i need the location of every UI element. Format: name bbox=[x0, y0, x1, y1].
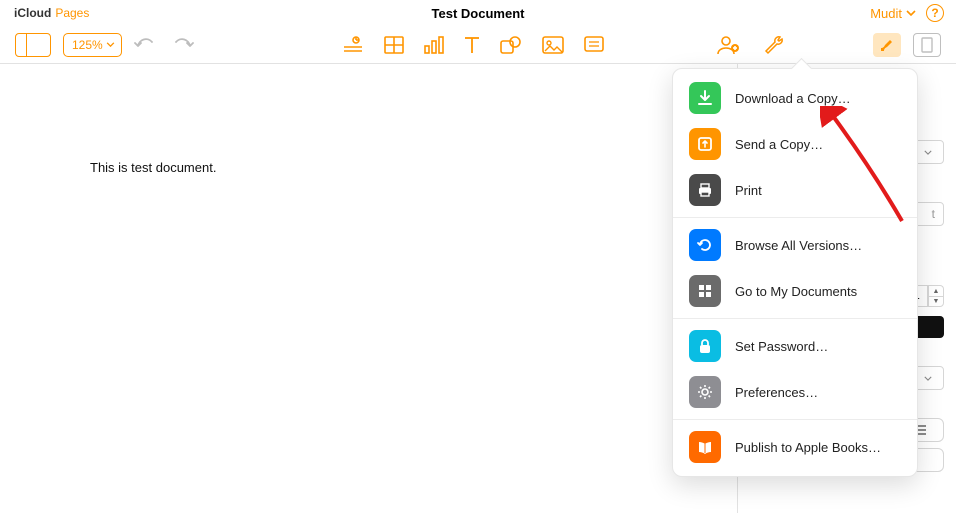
document-body-text: This is test document. bbox=[90, 160, 216, 175]
publish-books-menuitem[interactable]: Publish to Apple Books… bbox=[673, 424, 917, 470]
document-canvas[interactable]: This is test document. bbox=[0, 64, 738, 513]
undo-button[interactable] bbox=[134, 36, 158, 54]
image-icon bbox=[542, 36, 564, 54]
print-menuitem[interactable]: Print bbox=[673, 167, 917, 213]
user-name-label: Mudit bbox=[870, 6, 902, 21]
redo-button[interactable] bbox=[170, 36, 194, 54]
chevron-down-icon bbox=[924, 376, 932, 381]
help-button[interactable]: ? bbox=[926, 4, 944, 22]
format-inspector-button[interactable] bbox=[873, 33, 901, 57]
document-icon bbox=[921, 37, 933, 53]
shape-icon bbox=[500, 36, 522, 54]
app-brand: iCloud Pages bbox=[14, 6, 89, 20]
stepper-down[interactable]: ▼ bbox=[928, 296, 944, 307]
gear-icon bbox=[689, 376, 721, 408]
table-icon bbox=[384, 36, 404, 54]
insert-chart-button[interactable] bbox=[424, 36, 444, 54]
sidebar-toggle-button[interactable] bbox=[15, 33, 51, 57]
send-icon bbox=[689, 128, 721, 160]
insert-comment-button[interactable] bbox=[584, 36, 604, 54]
menu-separator bbox=[673, 217, 917, 218]
paragraph-icon bbox=[342, 36, 364, 54]
books-icon bbox=[689, 431, 721, 463]
undo-icon bbox=[134, 36, 158, 54]
insert-shape-button[interactable] bbox=[500, 36, 522, 54]
menuitem-label: Browse All Versions… bbox=[735, 238, 862, 253]
versions-icon bbox=[689, 229, 721, 261]
menuitem-label: Set Password… bbox=[735, 339, 828, 354]
chevron-down-icon bbox=[106, 42, 115, 47]
menuitem-label: Preferences… bbox=[735, 385, 818, 400]
insert-paragraph-button[interactable] bbox=[342, 36, 364, 54]
brand-pages: Pages bbox=[55, 6, 89, 20]
print-icon bbox=[689, 174, 721, 206]
documents-icon bbox=[689, 275, 721, 307]
menu-separator bbox=[673, 318, 917, 319]
insert-text-button[interactable] bbox=[464, 36, 480, 54]
menuitem-label: Print bbox=[735, 183, 762, 198]
download-icon bbox=[689, 82, 721, 114]
tools-dropdown-menu: Download a Copy… Send a Copy… Print Brow… bbox=[672, 68, 918, 477]
lock-icon bbox=[689, 330, 721, 362]
chevron-down-icon bbox=[924, 150, 932, 155]
go-documents-menuitem[interactable]: Go to My Documents bbox=[673, 268, 917, 314]
insert-table-button[interactable] bbox=[384, 36, 404, 54]
wrench-icon bbox=[764, 35, 786, 55]
menuitem-label: Go to My Documents bbox=[735, 284, 857, 299]
insert-media-button[interactable] bbox=[542, 36, 564, 54]
download-copy-menuitem[interactable]: Download a Copy… bbox=[673, 75, 917, 121]
document-inspector-button[interactable] bbox=[913, 33, 941, 57]
chart-icon bbox=[424, 36, 444, 54]
text-icon bbox=[464, 36, 480, 54]
menuitem-label: Send a Copy… bbox=[735, 137, 823, 152]
tools-menu-button[interactable] bbox=[764, 35, 786, 55]
set-password-menuitem[interactable]: Set Password… bbox=[673, 323, 917, 369]
browse-versions-menuitem[interactable]: Browse All Versions… bbox=[673, 222, 917, 268]
zoom-select[interactable]: 125% bbox=[63, 33, 122, 57]
comment-icon bbox=[584, 36, 604, 54]
user-menu[interactable]: Mudit bbox=[870, 6, 916, 21]
menu-separator bbox=[673, 419, 917, 420]
preferences-menuitem[interactable]: Preferences… bbox=[673, 369, 917, 415]
collaborate-button[interactable] bbox=[716, 35, 740, 55]
zoom-value-label: 125% bbox=[72, 38, 103, 52]
send-copy-menuitem[interactable]: Send a Copy… bbox=[673, 121, 917, 167]
menuitem-label: Publish to Apple Books… bbox=[735, 440, 881, 455]
redo-icon bbox=[170, 36, 194, 54]
collaborate-icon bbox=[716, 35, 740, 55]
document-title: Test Document bbox=[432, 6, 525, 21]
stepper-up[interactable]: ▲ bbox=[928, 285, 944, 296]
chevron-down-icon bbox=[906, 10, 916, 16]
brand-icloud: iCloud bbox=[14, 6, 51, 20]
brush-icon bbox=[878, 36, 896, 54]
menuitem-label: Download a Copy… bbox=[735, 91, 851, 106]
